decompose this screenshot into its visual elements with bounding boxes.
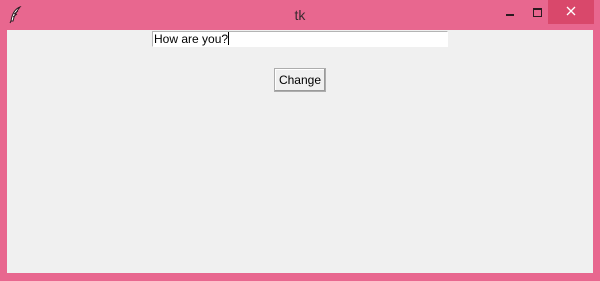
minimize-button[interactable] <box>495 0 525 24</box>
window-client-area: How are you? Change <box>7 30 593 273</box>
change-button[interactable]: Change <box>274 68 326 92</box>
text-entry[interactable]: How are you? <box>152 31 448 47</box>
title-bar[interactable]: tk <box>0 0 600 30</box>
close-button[interactable] <box>548 0 594 24</box>
maximize-icon <box>532 7 542 17</box>
text-caret <box>228 32 230 45</box>
entry-value: How are you? <box>154 32 229 46</box>
app-window: tk How are you? Change <box>0 0 600 281</box>
close-icon <box>566 3 576 21</box>
minimize-icon <box>506 14 514 16</box>
